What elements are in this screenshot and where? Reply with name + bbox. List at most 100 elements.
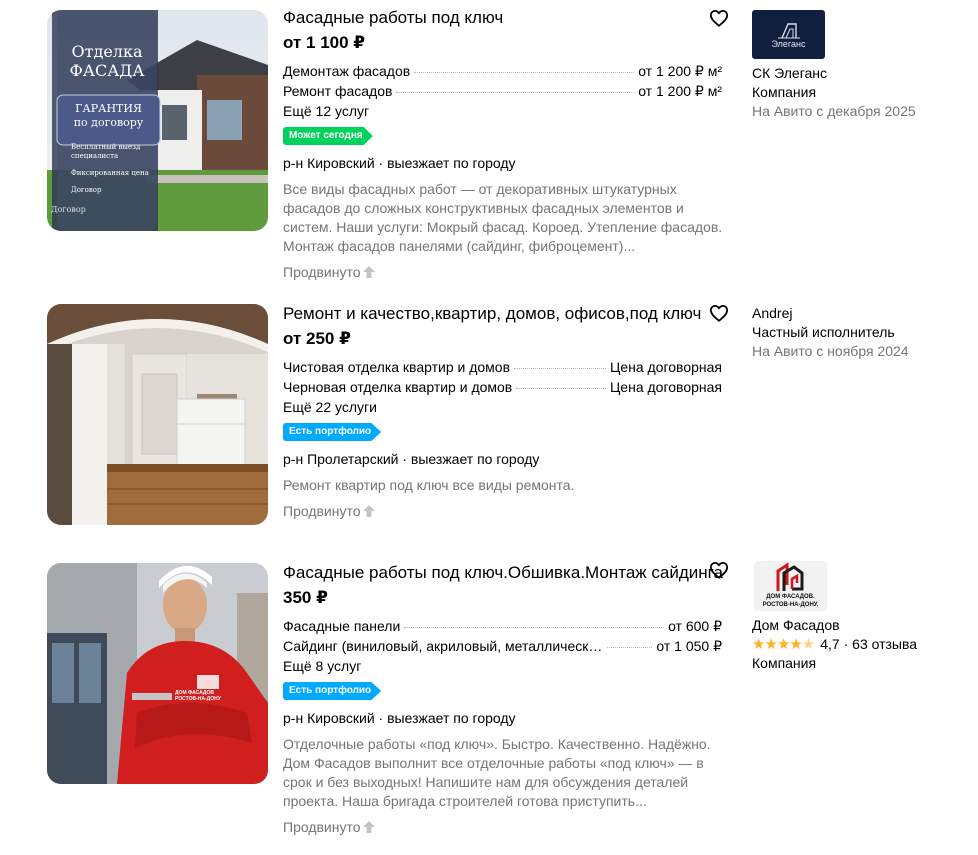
seller-since: На Авито с ноября 2024 (752, 343, 909, 359)
heart-icon[interactable] (709, 304, 729, 322)
listing-photo[interactable]: Отделка ФАСАДА ГАРАНТИЯ по договору Бесп… (47, 10, 268, 231)
rating-text: 4,7 · 63 отзыва (820, 636, 918, 652)
photo-text-line: Договор (71, 186, 102, 194)
service-price: Цена договорная (609, 379, 722, 395)
service-price: Цена договорная (609, 359, 722, 375)
listing-price: от 1 100 ₽ (283, 33, 366, 52)
seller-logo-text: Элеганс (771, 39, 806, 49)
service-price: от 600 ₽ (668, 618, 722, 634)
photo-features-text: Бесплатный выезд специалиста Фиксированн… (71, 143, 161, 195)
listing-main: Фасадные работы под ключ от 1 100 ₽ Демо… (283, 8, 723, 282)
service-name: Фасадные панели (283, 618, 401, 634)
seller-name[interactable]: Дом Фасадов (752, 616, 972, 635)
jacket-logo-text: ДОМ ФАСАДОВ РОСТОВ-НА-ДОНУ (175, 690, 221, 702)
service-price: от 1 200 ₽ м² (638, 83, 722, 99)
more-services-link[interactable]: Ещё 8 услуг (283, 656, 723, 676)
listing-card: Ремонт и качество,квартир, домов, офисов… (0, 300, 978, 550)
building-logo-icon (778, 23, 800, 39)
service-name: Ремонт фасадов (283, 83, 393, 99)
arrow-up-icon (362, 821, 375, 833)
listing-description: Отделочные работы «под ключ». Быстро. Ка… (283, 736, 711, 809)
heart-icon[interactable] (709, 9, 729, 27)
seller-info: СК Элеганс Компания На Авито с декабря 2… (752, 64, 972, 121)
photo-text-line: РОСТОВ-НА-ДОНУ (175, 696, 221, 702)
listing-location: р-н Кировский · выезжает по городу (283, 155, 516, 171)
service-row: Демонтаж фасадов от 1 200 ₽ м² (283, 61, 722, 81)
logo-text-line: РОСТОВ-НА-ДОНУ. (762, 602, 819, 608)
listing-card: ДОМ ФАСАДОВ РОСТОВ-НА-ДОНУ Фасадные рабо… (0, 558, 978, 855)
photo-text-line: Договор (51, 205, 86, 214)
listing-photo[interactable] (47, 304, 268, 525)
listing-price: 350 ₽ (283, 588, 328, 607)
photo-text-line: Отделка (71, 42, 143, 61)
worker-photo (47, 563, 268, 784)
promoted-text: Продвинуто (283, 503, 361, 519)
seller-since: На Авито с декабря 2025 (752, 103, 916, 119)
promoted-label: Продвинуто (283, 817, 723, 837)
service-row: Черновая отделка квартир и домов Цена до… (283, 377, 722, 397)
star-rating-icon: ★★★★★ (752, 636, 815, 653)
dotted-leader (404, 627, 665, 628)
listing-title[interactable]: Ремонт и качество,квартир, домов, офисов… (283, 304, 723, 324)
arrow-up-icon (362, 266, 375, 278)
arrow-up-icon (362, 505, 375, 517)
promoted-label: Продвинуто (283, 501, 723, 521)
seller-type: Частный исполнитель (752, 324, 895, 340)
photo-guarantee-text: ГАРАНТИЯ по договору (57, 102, 160, 130)
services-list: Демонтаж фасадов от 1 200 ₽ м² Ремонт фа… (283, 61, 723, 101)
promoted-text: Продвинуто (283, 819, 361, 835)
service-name: Черновая отделка квартир и домов (283, 379, 513, 395)
dotted-leader (516, 388, 606, 389)
portfolio-badge: Есть портфолио (283, 682, 382, 700)
listing-location: р-н Пролетарский · выезжает по городу (283, 451, 540, 467)
seller-logo[interactable]: Элеганс (752, 10, 825, 59)
seller-name[interactable]: СК Элеганс (752, 64, 972, 83)
photo-text-line: ФАСАДА (69, 61, 145, 80)
status-badge: Может сегодня (283, 127, 373, 145)
listing-title[interactable]: Фасадные работы под ключ (283, 8, 723, 28)
interior-photo (47, 304, 268, 525)
seller-logo[interactable]: ДОМ ФАСАДОВ. РОСТОВ-НА-ДОНУ. (754, 561, 827, 611)
seller-type: Компания (752, 655, 817, 671)
photo-overlay-text: Отделка ФАСАДА (57, 42, 157, 80)
service-name: Демонтаж фасадов (283, 63, 411, 79)
listing-title[interactable]: Фасадные работы под ключ.Обшивка.Монтаж … (283, 563, 723, 583)
listing-description: Все виды фасадных работ — от декоративны… (283, 181, 723, 254)
seller-type: Компания (752, 84, 817, 100)
service-row: Фасадные панели от 600 ₽ (283, 616, 722, 636)
service-price: от 1 050 ₽ (656, 638, 722, 654)
listing-location: р-н Кировский · выезжает по городу (283, 710, 516, 726)
listing-card: Отделка ФАСАДА ГАРАНТИЯ по договору Бесп… (0, 0, 978, 290)
photo-text-line: специалиста (71, 152, 119, 160)
dotted-leader (607, 647, 653, 648)
photo-text-line: Бесплатный выезд (71, 143, 141, 151)
listing-main: Фасадные работы под ключ.Обшивка.Монтаж … (283, 563, 723, 837)
service-row: Чистовая отделка квартир и домов Цена до… (283, 357, 722, 377)
promoted-label: Продвинуто (283, 262, 723, 282)
heart-icon[interactable] (709, 561, 729, 579)
listing-description: Ремонт квартир под ключ все виды ремонта… (283, 477, 575, 493)
service-row: Сайдинг (виниловый, акриловый, металличе… (283, 636, 722, 656)
service-row: Ремонт фасадов от 1 200 ₽ м² (283, 81, 722, 101)
listing-price: от 250 ₽ (283, 329, 351, 348)
photo-text-line: Фиксированная цена (71, 169, 149, 177)
seller-name[interactable]: Andrej (752, 304, 972, 323)
services-list: Чистовая отделка квартир и домов Цена до… (283, 357, 723, 397)
listing-photo[interactable]: ДОМ ФАСАДОВ РОСТОВ-НА-ДОНУ (47, 563, 268, 784)
seller-rating[interactable]: ★★★★★ 4,7 · 63 отзыва (752, 635, 972, 654)
service-name: Чистовая отделка квартир и домов (283, 359, 511, 375)
portfolio-badge: Есть портфолио (283, 423, 382, 441)
dotted-leader (514, 368, 606, 369)
seller-info: Andrej Частный исполнитель На Авито с но… (752, 304, 972, 361)
service-price: от 1 200 ₽ м² (638, 63, 722, 79)
promoted-text: Продвинуто (283, 264, 361, 280)
photo-text-line: по договору (73, 116, 144, 129)
more-services-link[interactable]: Ещё 22 услуги (283, 397, 723, 417)
logo-text-line: ДОМ ФАСАДОВ. (766, 594, 815, 600)
more-services-link[interactable]: Ещё 12 услуг (283, 101, 723, 121)
photo-text-line: ГАРАНТИЯ (75, 102, 142, 115)
seller-info: Дом Фасадов ★★★★★ 4,7 · 63 отзыва Компан… (752, 616, 972, 673)
seller-logo-text: ДОМ ФАСАДОВ. РОСТОВ-НА-ДОНУ. (754, 593, 827, 609)
listing-main: Ремонт и качество,квартир, домов, офисов… (283, 304, 723, 521)
dotted-leader (396, 92, 635, 93)
